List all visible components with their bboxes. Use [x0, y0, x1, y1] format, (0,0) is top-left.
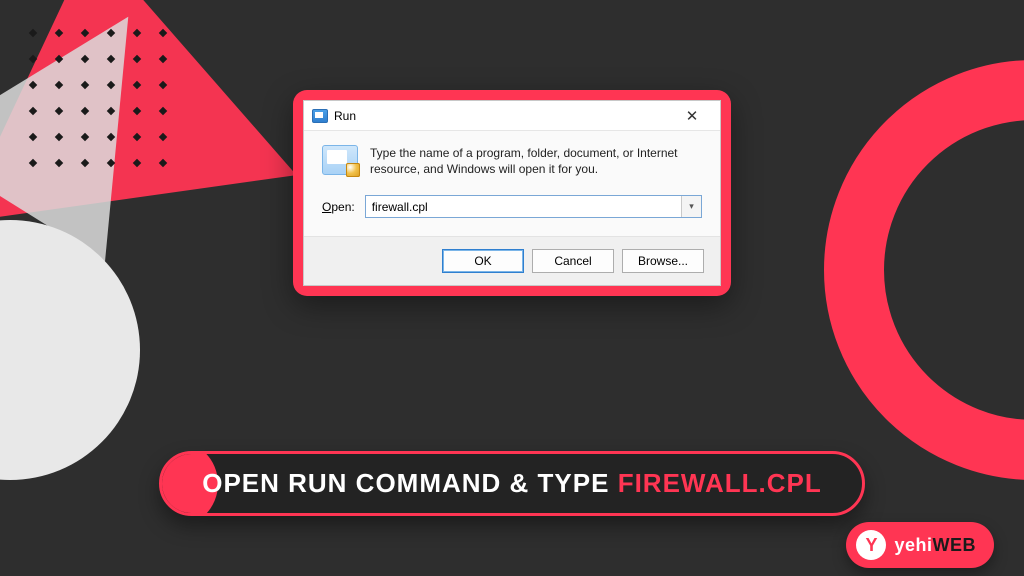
open-combobox[interactable]: ▾ [365, 195, 702, 218]
dialog-prompt: Type the name of a program, folder, docu… [370, 145, 702, 177]
open-input[interactable] [366, 196, 681, 217]
ok-button[interactable]: OK [442, 249, 524, 273]
brand-name-sub: WEB [933, 535, 977, 555]
caption-container: OPEN RUN COMMAND & TYPE FIREWALL.CPL [0, 451, 1024, 516]
brand-badge: Y yehiWEB [846, 522, 994, 568]
caption-pill: OPEN RUN COMMAND & TYPE FIREWALL.CPL [159, 451, 865, 516]
brand-name-main: yehi [894, 535, 932, 555]
brand-mark-icon: Y [856, 530, 886, 560]
run-icon [312, 109, 328, 123]
caption-highlight: FIREWALL.CPL [618, 468, 822, 498]
browse-button[interactable]: Browse... [622, 249, 704, 273]
bg-circle-light [0, 220, 140, 480]
dialog-title: Run [334, 109, 672, 123]
dialog-body: Type the name of a program, folder, docu… [304, 131, 720, 236]
dialog-footer: OK Cancel Browse... [304, 236, 720, 285]
chevron-down-icon[interactable]: ▾ [681, 196, 701, 217]
caption-text: OPEN RUN COMMAND & TYPE FIREWALL.CPL [202, 468, 822, 499]
run-large-icon [322, 145, 358, 175]
caption-prefix: OPEN RUN COMMAND & TYPE [202, 468, 617, 498]
close-button[interactable]: ✕ [672, 107, 712, 125]
brand-name: yehiWEB [894, 535, 976, 556]
titlebar[interactable]: Run ✕ [304, 101, 720, 131]
run-dialog: Run ✕ Type the name of a program, folder… [303, 100, 721, 286]
dialog-frame: Run ✕ Type the name of a program, folder… [293, 90, 731, 296]
open-label: Open: [322, 200, 355, 214]
bg-dot-grid [30, 30, 172, 172]
bg-circle-red-outline [824, 60, 1024, 480]
cancel-button[interactable]: Cancel [532, 249, 614, 273]
